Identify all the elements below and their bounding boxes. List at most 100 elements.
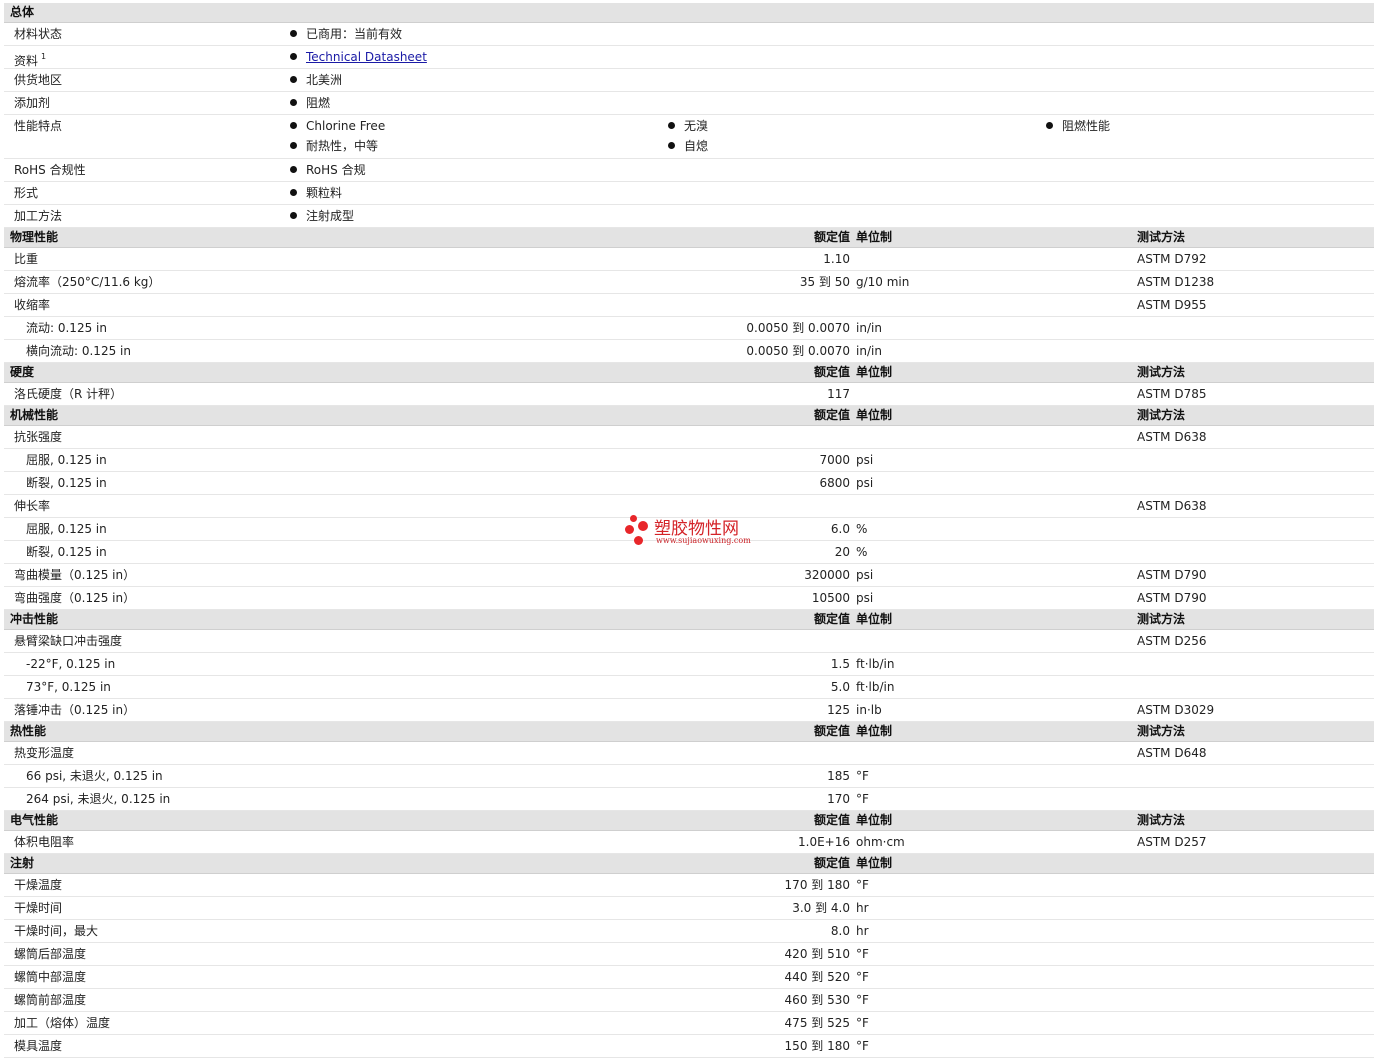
section-title: 硬度 [10,365,35,379]
property-value: 170 [827,792,850,806]
property-value: 20 [834,545,850,559]
property-label: 加工（熔体）温度 [14,1016,111,1030]
section-header: 机械性能 额定值 单位制 测试方法 [4,406,1374,426]
property-label: 螺筒后部温度 [14,947,87,961]
property-label: 悬臂梁缺口冲击强度 [14,634,123,648]
property-value: 6800 [819,476,850,490]
property-label: 66 psi, 未退火, 0.125 in [26,769,163,783]
property-value: 注射成型 [290,208,354,224]
property-value: 0.0050 到 0.0070 [746,344,850,358]
bullet-icon [290,212,297,219]
property-unit: °F [856,769,869,783]
column-header-value: 额定值 [813,856,850,870]
property-value: 1.5 [830,657,850,671]
property-unit: psi [856,476,874,490]
property-unit: psi [856,453,874,467]
property-unit: °F [856,878,869,892]
section-header: 物理性能 额定值 单位制 测试方法 [4,228,1374,248]
property-unit: g/10 min [856,275,910,289]
property-label: 流动: 0.125 in [26,321,107,335]
test-method: ASTM D638 [1137,430,1207,444]
section-header: 硬度 额定值 单位制 测试方法 [4,363,1374,383]
property-value: 6.0 [830,522,850,536]
column-header-value: 额定值 [813,408,850,422]
bullet-icon [290,122,297,129]
property-value: 185 [827,769,850,783]
test-method: ASTM D256 [1137,634,1207,648]
property-unit: psi [856,568,874,582]
property-value: 10500 [811,591,850,605]
property-unit: psi [856,591,874,605]
bullet-icon [668,142,675,149]
column-header-unit: 单位制 [856,724,893,738]
property-value: 颗粒料 [290,185,342,201]
property-label: 抗张强度 [14,430,63,444]
property-unit: in·lb [856,703,882,717]
property-label: 落锤冲击（0.125 in） [14,703,136,717]
property-subrow: 73°F, 0.125 in 5.0 ft·lb/in [4,676,1374,699]
section-title: 注射 [10,856,35,870]
column-header-unit: 单位制 [856,408,893,422]
bullet-icon [290,76,297,83]
property-label: 供货地区 [14,73,63,87]
property-unit: hr [856,924,869,938]
feature-item: Chlorine Free [290,118,385,134]
test-method: ASTM D648 [1137,746,1207,760]
section-title: 物理性能 [10,230,59,244]
bullet-icon [290,53,297,60]
property-unit: hr [856,901,869,915]
property-value: 170 到 180 [784,878,850,892]
watermark-logo: 塑胶物性网 www.sujiaowuxing.com [624,513,764,549]
property-label: 添加剂 [14,96,51,110]
test-method: ASTM D3029 [1137,703,1215,717]
property-row: 干燥时间 3.0 到 4.0 hr [4,897,1374,920]
bullet-icon [668,122,675,129]
property-label: 螺筒前部温度 [14,993,87,1007]
column-header-test: 测试方法 [1137,724,1186,738]
property-row: 干燥温度 170 到 180 °F [4,874,1374,897]
bullet-icon [290,99,297,106]
property-row: 体积电阻率 1.0E+16 ohm·cm ASTM D257 [4,831,1374,854]
property-label: 模具温度 [14,1039,63,1053]
property-unit: ohm·cm [856,835,905,849]
section-header: 注射 额定值 单位制 [4,854,1374,874]
feature-item: 自熄 [668,138,708,154]
property-value: 8.0 [830,924,850,938]
property-label: 比重 [14,252,39,266]
property-unit: °F [856,792,869,806]
property-unit: °F [856,1039,869,1053]
property-row: 比重 1.10 ASTM D792 [4,248,1374,271]
footnote-marker: 1 [41,52,47,61]
property-row: 螺筒中部温度 440 到 520 °F [4,966,1374,989]
feature-item: 耐热性，中等 [290,138,378,154]
section-header: 电气性能 额定值 单位制 测试方法 [4,811,1374,831]
column-header-unit: 单位制 [856,856,893,870]
bullet-icon [290,30,297,37]
property-unit: °F [856,947,869,961]
property-value: Technical Datasheet [290,49,427,65]
test-method: ASTM D790 [1137,568,1207,582]
test-method: ASTM D955 [1137,298,1207,312]
section-header: 热性能 额定值 单位制 测试方法 [4,722,1374,742]
test-method: ASTM D257 [1137,835,1207,849]
row-additive: 添加剂 阻燃 [4,92,1374,115]
property-value: RoHS 合规 [290,162,366,178]
feature-item: 无溴 [668,118,708,134]
property-label: 熔流率（250°C/11.6 kg） [14,275,161,289]
section-header: 冲击性能 额定值 单位制 测试方法 [4,610,1374,630]
row-features: 性能特点 Chlorine Free 耐热性，中等 无溴 自熄 阻燃性能 [4,115,1374,159]
section-title: 热性能 [10,724,47,738]
section-title: 冲击性能 [10,612,59,626]
property-value: 35 到 50 [799,275,850,289]
section-title: 机械性能 [10,408,59,422]
column-header-test: 测试方法 [1137,365,1186,379]
technical-datasheet-link[interactable]: Technical Datasheet [306,50,427,64]
property-label: 干燥时间，最大 [14,924,99,938]
property-label: 断裂, 0.125 in [26,476,107,490]
property-label: 干燥时间 [14,901,63,915]
property-value: 320000 [804,568,850,582]
column-header-test: 测试方法 [1137,612,1186,626]
property-value: 北美洲 [290,72,342,88]
bullet-icon [290,166,297,173]
property-unit: °F [856,1016,869,1030]
